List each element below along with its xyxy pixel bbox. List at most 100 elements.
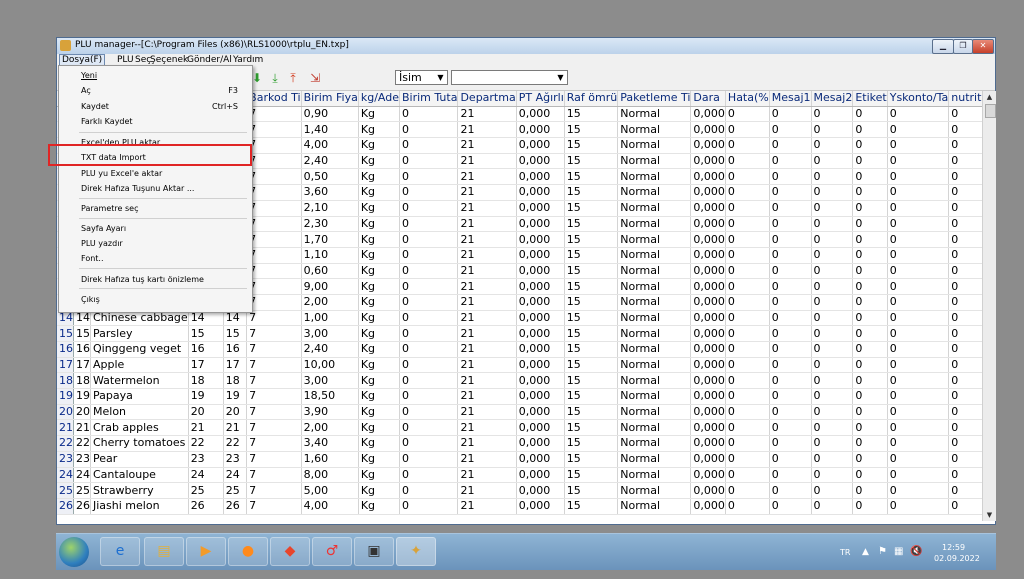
table-cell[interactable]: 0	[948, 106, 982, 123]
table-cell[interactable]: 7	[246, 247, 302, 264]
table-cell[interactable]: 0	[811, 325, 854, 342]
table-cell[interactable]: 0	[811, 121, 854, 139]
table-cell[interactable]: 21	[188, 419, 224, 437]
menu-item-yeni[interactable]: Yeni	[81, 71, 97, 80]
row-number-cell[interactable]: 15	[57, 325, 74, 342]
table-cell[interactable]: 0	[399, 294, 459, 311]
table-cell[interactable]: 18,50	[301, 388, 359, 405]
table-cell[interactable]: 0	[811, 482, 854, 499]
table-cell[interactable]: 0	[769, 372, 812, 390]
column-header[interactable]: Barkod Ti	[246, 91, 302, 107]
table-cell[interactable]: 0	[852, 482, 888, 499]
table-cell[interactable]: 0,000	[516, 310, 565, 327]
table-cell[interactable]: 0	[399, 168, 459, 186]
table-cell[interactable]: 21	[457, 372, 517, 390]
table-cell[interactable]: 0	[769, 404, 812, 421]
table-cell[interactable]: 0	[399, 216, 459, 233]
table-cell[interactable]: Kg	[358, 200, 400, 217]
menu-item-plu-yazdir[interactable]: PLU yazdır	[81, 239, 123, 248]
table-cell[interactable]: 16	[188, 341, 224, 358]
table-cell[interactable]: Kg	[358, 498, 400, 515]
table-cell[interactable]: 0	[725, 435, 770, 452]
table-cell[interactable]: 7	[246, 482, 302, 499]
table-cell[interactable]: Kg	[358, 419, 400, 437]
table-cell[interactable]: 15	[564, 247, 619, 264]
table-cell[interactable]: 0	[887, 388, 950, 405]
table-cell[interactable]: 0,000	[516, 341, 565, 358]
table-cell[interactable]: Normal	[617, 168, 692, 186]
table-cell[interactable]: 0	[887, 168, 950, 186]
table-cell[interactable]: 0	[769, 388, 812, 405]
table-cell[interactable]: 0,90	[301, 106, 359, 123]
table-cell[interactable]: 7	[246, 153, 302, 170]
table-cell[interactable]: 0,000	[516, 419, 565, 437]
table-cell[interactable]: 15	[564, 184, 619, 201]
table-cell[interactable]: 7	[246, 294, 302, 311]
table-cell[interactable]: 0	[769, 200, 812, 217]
table-cell[interactable]: 7	[246, 216, 302, 233]
menu-item-sayfa-ayari[interactable]: Sayfa Ayarı	[81, 224, 126, 233]
table-cell[interactable]: 0	[887, 247, 950, 264]
table-cell[interactable]: 7	[246, 467, 302, 484]
table-cell[interactable]: Jiashi melon	[90, 498, 189, 515]
table-cell[interactable]: 0	[725, 325, 770, 342]
table-cell[interactable]: 21	[457, 121, 517, 139]
table-cell[interactable]: 0	[948, 419, 982, 437]
table-cell[interactable]: 7	[246, 451, 302, 468]
table-cell[interactable]: 26	[188, 498, 224, 515]
scrollbar-thumb[interactable]	[985, 104, 996, 118]
table-cell[interactable]: 0,000	[516, 106, 565, 123]
menu-item-direct-memory-export[interactable]: Direk Hafıza Tuşunu Aktar ...	[81, 184, 194, 193]
table-cell[interactable]: Pear	[90, 451, 189, 468]
column-header[interactable]: Departma	[457, 91, 517, 107]
table-cell[interactable]: 0,000	[690, 372, 726, 390]
table-cell[interactable]: 0	[769, 419, 812, 437]
table-cell[interactable]: 0	[948, 435, 982, 452]
table-cell[interactable]: 0,000	[690, 467, 726, 484]
table-cell[interactable]: 0	[887, 467, 950, 484]
table-cell[interactable]: 0	[852, 247, 888, 264]
table-cell[interactable]: 0	[852, 263, 888, 280]
table-cell[interactable]: 7	[246, 278, 302, 295]
table-cell[interactable]: 0	[769, 231, 812, 248]
table-cell[interactable]: Kg	[358, 341, 400, 358]
table-cell[interactable]: 0	[852, 310, 888, 327]
table-cell[interactable]: 0	[399, 467, 459, 484]
table-cell[interactable]: Normal	[617, 137, 692, 154]
table-cell[interactable]: 10,00	[301, 357, 359, 374]
table-cell[interactable]: Kg	[358, 247, 400, 264]
table-cell[interactable]: 7	[246, 325, 302, 342]
table-cell[interactable]: 0	[852, 106, 888, 123]
table-cell[interactable]: 0	[399, 121, 459, 139]
table-cell[interactable]: 0	[769, 294, 812, 311]
field-select-combo[interactable]: İsim ▼	[395, 70, 448, 85]
table-cell[interactable]: Kg	[358, 263, 400, 280]
table-cell[interactable]: 0,000	[516, 137, 565, 154]
table-cell[interactable]: 0	[887, 106, 950, 123]
table-cell[interactable]: 21	[457, 467, 517, 484]
table-cell[interactable]: 0	[725, 200, 770, 217]
column-header[interactable]: Paketleme Ti	[617, 91, 692, 107]
table-cell[interactable]: 0	[948, 278, 982, 295]
table-cell[interactable]: 15	[564, 231, 619, 248]
table-cell[interactable]: 0	[948, 168, 982, 186]
table-cell[interactable]: 0	[887, 200, 950, 217]
table-cell[interactable]: 2,00	[301, 294, 359, 311]
table-cell[interactable]: 0	[725, 121, 770, 139]
table-cell[interactable]: 0	[399, 106, 459, 123]
table-cell[interactable]: 21	[457, 435, 517, 452]
table-cell[interactable]: 22	[73, 435, 91, 452]
table-cell[interactable]: 0	[852, 153, 888, 170]
table-row[interactable]: 24 24 Cantaloupe 24 24 7 8,00 Kg 0 21 0,000 15 Norma…	[57, 467, 982, 484]
table-cell[interactable]: 21	[457, 247, 517, 264]
table-cell[interactable]: 0	[811, 404, 854, 421]
table-cell[interactable]: 0	[769, 467, 812, 484]
table-cell[interactable]: 0	[948, 310, 982, 327]
scale-icon[interactable]: ▣	[354, 537, 394, 566]
table-cell[interactable]: 0	[725, 467, 770, 484]
table-cell[interactable]: 0	[725, 168, 770, 186]
table-cell[interactable]: 18	[223, 372, 248, 390]
table-cell[interactable]: 0	[852, 121, 888, 139]
table-cell[interactable]: 0,000	[516, 467, 565, 484]
table-cell[interactable]: 0	[811, 200, 854, 217]
